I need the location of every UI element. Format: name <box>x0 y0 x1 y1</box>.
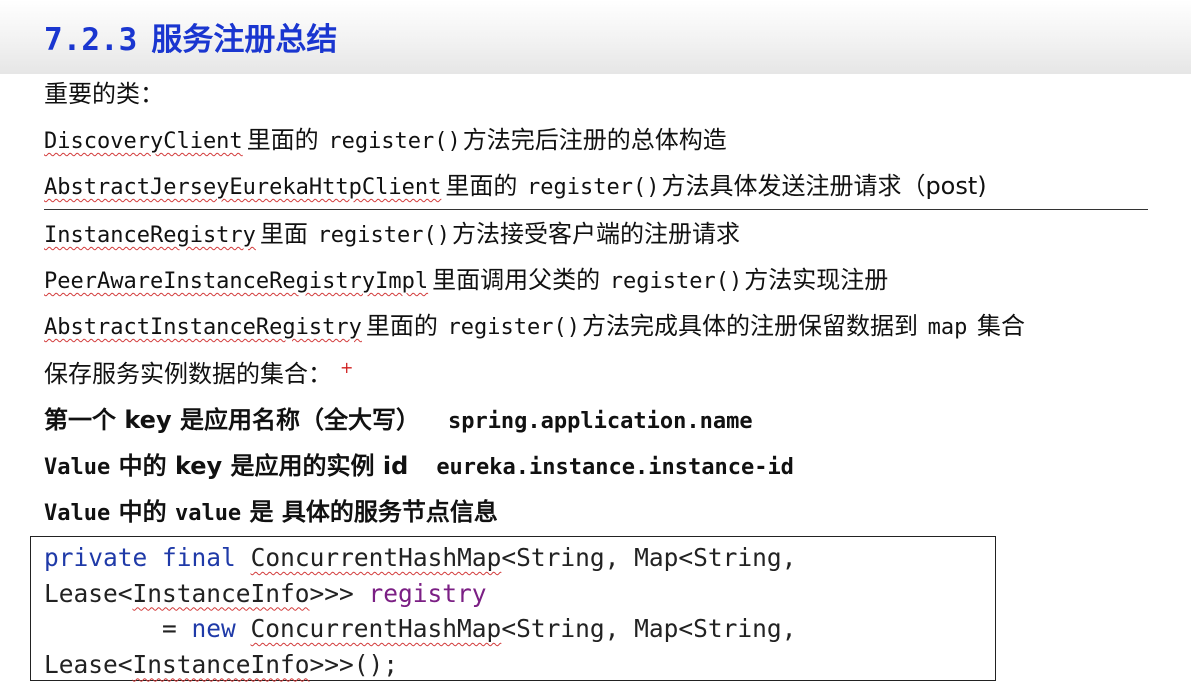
class-line-4: PeerAwareInstanceRegistryImpl 里面调用父类的 reg… <box>44 266 889 294</box>
key-line-3: Value 中的 value 是 具体的服务节点信息 <box>44 498 498 526</box>
title-number: 7.2.3 <box>44 22 138 58</box>
class-name: InstanceRegistry <box>44 223 256 248</box>
title-text: 服务注册总结 <box>151 22 338 58</box>
key-line-2: Value 中的 key 是应用的实例 id eureka.instance.in… <box>44 452 794 480</box>
class-name: AbstractInstanceRegistry <box>44 315 362 340</box>
class-name: DiscoveryClient <box>44 129 243 154</box>
important-classes-label: 重要的类： <box>44 80 164 108</box>
class-line-5: AbstractInstanceRegistry 里面的 register()方法… <box>44 312 1026 340</box>
code-block: private final ConcurrentHashMap<String, … <box>30 536 996 681</box>
separator-line <box>44 209 1148 210</box>
class-name: AbstractJerseyEurekaHttpClient <box>44 175 442 200</box>
key-line-1: 第一个 key 是应用名称（全大写） spring.application.nam… <box>44 406 753 434</box>
collection-label: 保存服务实例数据的集合： + <box>44 358 354 388</box>
class-line-2: AbstractJerseyEurekaHttpClient 里面的 regist… <box>44 172 987 200</box>
class-line-1: DiscoveryClient 里面的 register()方法完后注册的总体构造 <box>44 126 727 154</box>
slide-title: 7.2.3 服务注册总结 <box>44 14 337 59</box>
class-name: PeerAwareInstanceRegistryImpl <box>44 269 429 294</box>
class-line-3: InstanceRegistry 里面 register()方法接受客户端的注册请… <box>44 220 741 248</box>
plus-icon: + <box>340 358 354 377</box>
